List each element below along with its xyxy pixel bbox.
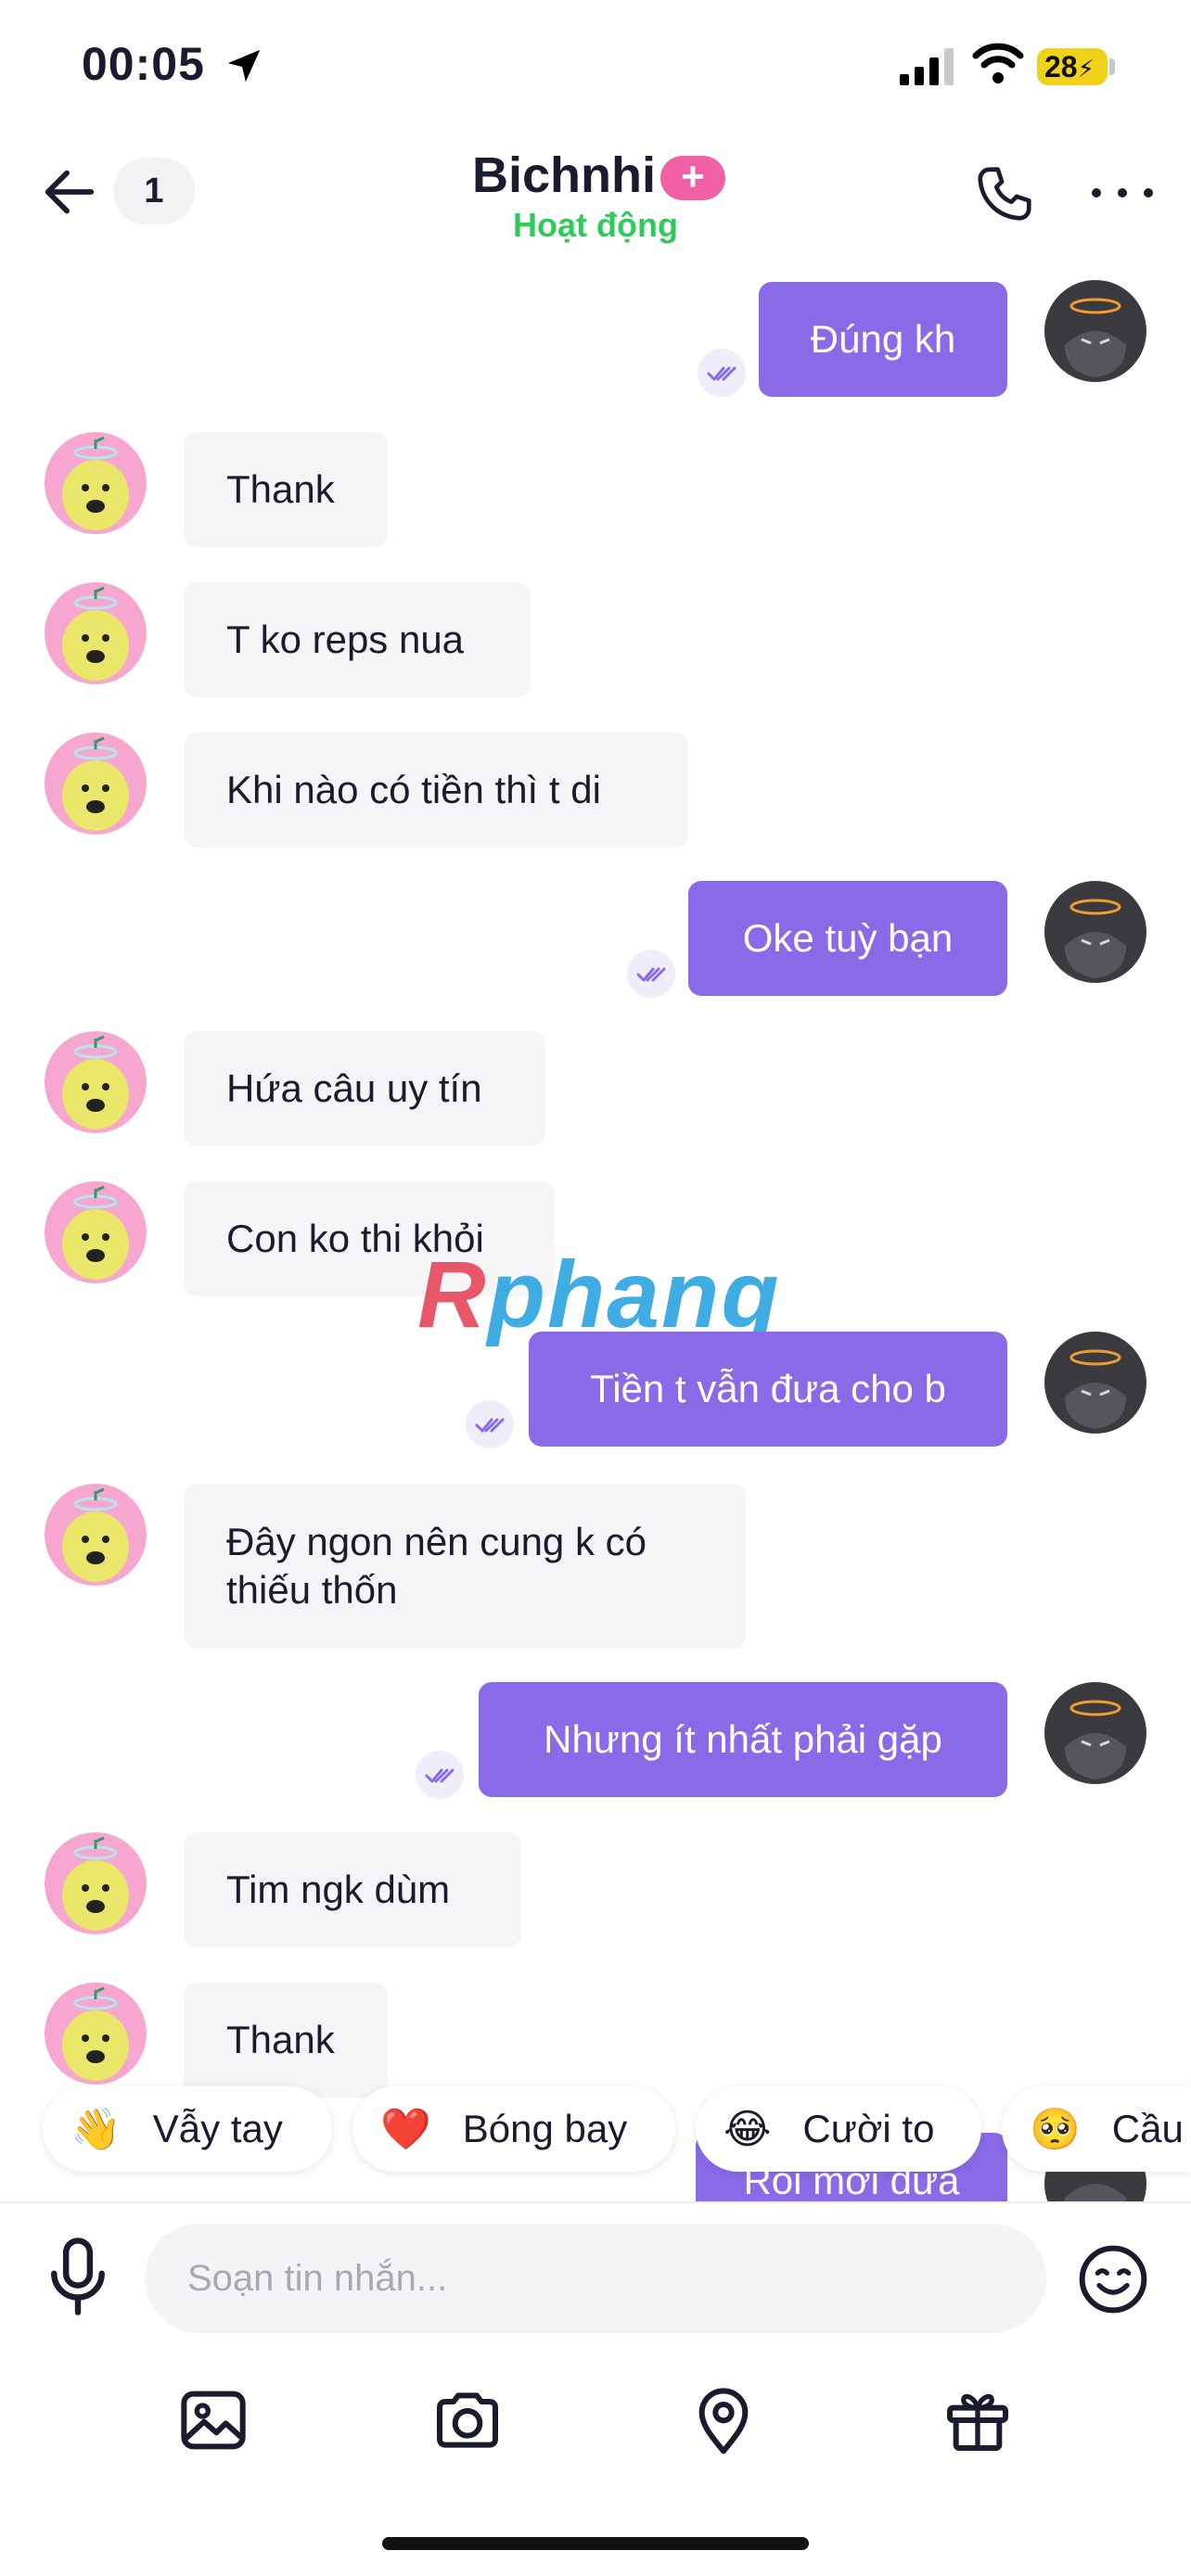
message-text: Nhưng ít nhất phải gặp (544, 1717, 942, 1761)
message-text: Oke tuỳ bạn (742, 916, 954, 960)
chip-label: Bóng bay (462, 2107, 628, 2150)
camera-icon (437, 2392, 498, 2448)
pleading-face-icon: 🥺 (1030, 2107, 1081, 2152)
contact-avatar[interactable] (45, 1031, 147, 1133)
emoji-button[interactable] (1076, 2242, 1150, 2316)
contact-avatar[interactable] (45, 1181, 147, 1283)
contact-avatar[interactable] (45, 733, 147, 835)
gift-icon (947, 2393, 1008, 2451)
quick-reaction-chip[interactable]: 😂 Cười to (696, 2086, 981, 2172)
waving-hand-icon: 👋 (70, 2107, 122, 2152)
quick-reaction-chip[interactable]: ❤️ Bóng bay (352, 2086, 675, 2172)
more-icon (1092, 188, 1153, 198)
camera-button[interactable] (430, 2383, 505, 2457)
outgoing-message-bubble[interactable]: Đúng kh (759, 282, 1007, 397)
mic-icon (51, 2238, 105, 2315)
battery-indicator: 28⚡ (1037, 48, 1108, 85)
image-icon (181, 2391, 246, 2450)
chip-label: Cười to (802, 2107, 935, 2150)
wifi-icon (972, 43, 1024, 83)
my-avatar[interactable] (1044, 1682, 1146, 1784)
contact-avatar[interactable] (45, 432, 147, 534)
incoming-message-bubble[interactable]: Tim ngk dùm (184, 1832, 521, 1947)
message-text: Đúng kh (810, 317, 956, 361)
emoji-icon (1079, 2245, 1147, 2314)
message-text-line1: Đây ngon nên cung k có (226, 1520, 647, 1563)
image-button[interactable] (176, 2383, 250, 2457)
my-avatar[interactable] (1044, 280, 1146, 382)
incoming-message-bubble[interactable]: Thank (184, 1983, 388, 2098)
incoming-message-bubble[interactable]: Khi nào có tiền thì t di (184, 733, 688, 848)
status-time: 00:05 (82, 38, 205, 90)
double-check-icon (466, 1400, 514, 1448)
quick-reaction-chip[interactable]: 🥺 Cầu (1002, 2086, 1191, 2172)
message-text: T ko reps nua (226, 618, 465, 661)
contact-avatar[interactable] (45, 1484, 147, 1586)
chip-label: Cầu (1111, 2107, 1184, 2150)
outgoing-message-bubble[interactable]: Nhưng ít nhất phải gặp (479, 1682, 1007, 1797)
outgoing-message-bubble[interactable]: Tiền t vẫn đưa cho b (529, 1332, 1007, 1447)
message-input[interactable] (145, 2224, 1046, 2333)
contact-name-text: Bichnhi (472, 147, 656, 203)
home-indicator (382, 2537, 809, 2550)
incoming-message-bubble[interactable]: Đây ngon nên cung k có thiếu thốn (184, 1484, 746, 1649)
message-text-line2: thiếu thốn (226, 1568, 398, 1612)
location-arrow-icon (227, 49, 261, 83)
battery-level: 28 (1044, 50, 1078, 83)
more-options-button[interactable] (1085, 174, 1159, 211)
message-text: Thank (226, 467, 335, 511)
contact-avatar[interactable] (45, 582, 147, 684)
contact-avatar[interactable] (45, 1832, 147, 1934)
plus-badge: + (660, 156, 725, 200)
message-text: Tim ngk dùm (226, 1868, 451, 1911)
battery-tip (1109, 58, 1115, 75)
mic-button[interactable] (41, 2235, 115, 2318)
charging-icon: ⚡ (1077, 55, 1095, 83)
location-pin-icon (698, 2388, 749, 2455)
message-text: Khi nào có tiền thì t di (226, 768, 601, 811)
gift-button[interactable] (941, 2383, 1015, 2457)
phone-icon (978, 167, 1031, 221)
chip-label: Vẫy tay (152, 2107, 283, 2150)
incoming-message-bubble[interactable]: T ko reps nua (184, 582, 531, 697)
incoming-message-bubble[interactable]: Hứa câu uy tín (184, 1031, 545, 1146)
location-button[interactable] (686, 2383, 761, 2457)
message-text: Hứa câu uy tín (226, 1066, 482, 1110)
message-text: Tiền t vẫn đưa cho b (590, 1367, 946, 1410)
signal-icon (900, 48, 954, 85)
my-avatar[interactable] (1044, 1332, 1146, 1434)
my-avatar[interactable] (1044, 881, 1146, 983)
double-check-icon (698, 349, 746, 397)
quick-reaction-chip[interactable]: 👋 Vẫy tay (43, 2086, 332, 2172)
call-button[interactable] (972, 161, 1037, 226)
contact-avatar[interactable] (45, 1983, 147, 2085)
laughing-face-icon: 😂 (724, 2106, 772, 2152)
outgoing-message-bubble[interactable]: Oke tuỳ bạn (688, 881, 1007, 996)
heart-icon: ❤️ (380, 2107, 431, 2152)
incoming-message-bubble[interactable]: Thank (184, 432, 388, 547)
double-check-icon (627, 950, 675, 998)
message-text: Thank (226, 2018, 335, 2061)
double-check-icon (416, 1751, 464, 1799)
